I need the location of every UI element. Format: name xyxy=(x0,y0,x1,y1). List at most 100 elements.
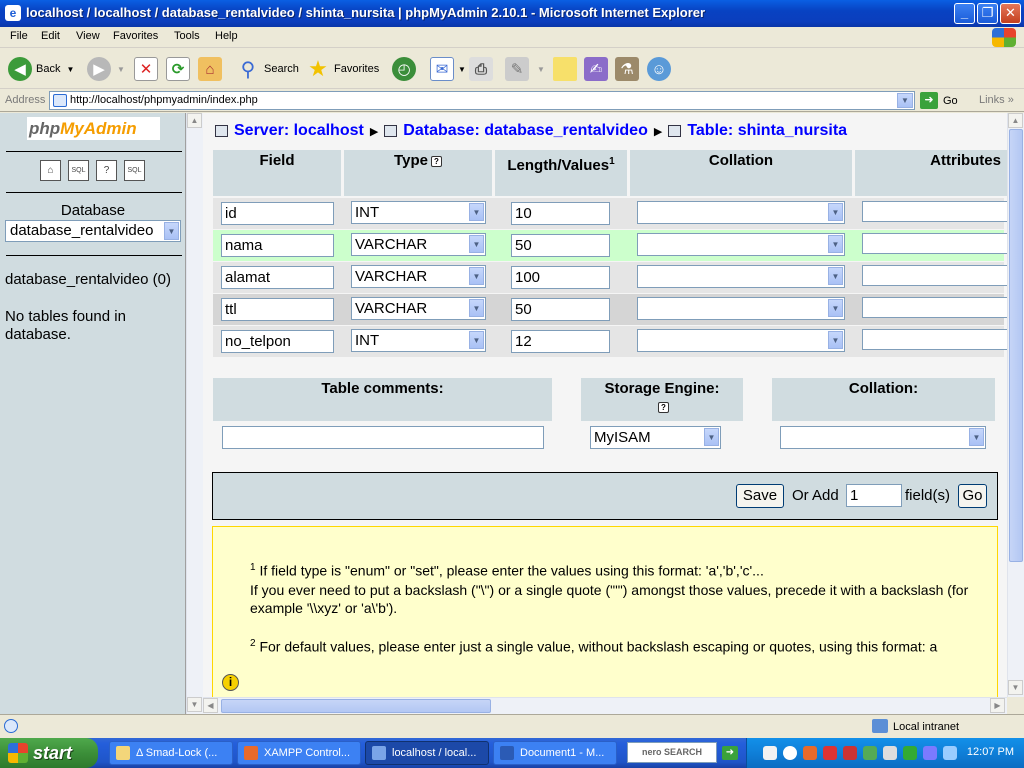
collation-select[interactable]: ▼ xyxy=(637,265,845,288)
sql-docs-icon[interactable]: SQL xyxy=(124,160,145,181)
scroll-thumb[interactable] xyxy=(221,699,491,713)
attributes-select[interactable] xyxy=(862,233,1007,254)
taskbar-item-smad-lock[interactable]: Δ Smad-Lock (... xyxy=(109,741,233,765)
scroll-right-icon[interactable]: ▶ xyxy=(990,698,1005,713)
help-icon[interactable]: ? xyxy=(430,155,442,167)
collation-select[interactable]: ▼ xyxy=(637,297,845,320)
help-tray-icon[interactable] xyxy=(763,746,777,760)
menu-tools[interactable]: Tools xyxy=(174,30,200,42)
collation-select[interactable]: ▼ xyxy=(637,329,845,352)
breadcrumb-table[interactable]: Table: shinta_nursita xyxy=(687,122,847,140)
menu-help[interactable]: Help xyxy=(215,30,238,42)
scroll-down-icon[interactable]: ▼ xyxy=(187,697,202,712)
length-input[interactable]: 10 xyxy=(511,202,610,225)
home-icon[interactable]: ⌂ xyxy=(40,160,61,181)
mail-dropdown-icon[interactable]: ▼ xyxy=(458,65,466,74)
menu-view[interactable]: View xyxy=(76,30,100,42)
history-button[interactable]: ◴ xyxy=(392,55,416,83)
taskbar-item-ie[interactable]: localhost / local... xyxy=(365,741,489,765)
antivirus-tray-icon[interactable] xyxy=(823,746,837,760)
display-tray-icon[interactable] xyxy=(943,746,957,760)
notes-button[interactable] xyxy=(553,55,577,83)
chevron-down-icon[interactable]: ▼ xyxy=(828,299,843,317)
home-button[interactable]: ⌂ xyxy=(198,55,222,83)
address-dropdown-icon[interactable]: ▼ xyxy=(897,93,913,108)
phpmyadmin-logo[interactable]: phpMyAdmin xyxy=(27,117,160,140)
scroll-up-icon[interactable]: ▲ xyxy=(1008,113,1023,128)
add-fields-count-input[interactable]: 1 xyxy=(846,484,902,507)
address-input[interactable]: http://localhost/phpmyadmin/index.php ▼ xyxy=(49,91,915,110)
attributes-select[interactable] xyxy=(862,297,1007,318)
help-icon[interactable]: ? xyxy=(658,401,669,413)
chevron-down-icon[interactable]: ▼ xyxy=(969,428,984,446)
collation-select[interactable]: ▼ xyxy=(637,233,845,256)
field-name-input[interactable]: alamat xyxy=(221,266,334,289)
mail-button[interactable]: ✉ ▼ xyxy=(430,55,466,83)
search-button[interactable]: ⚲ Search xyxy=(236,55,299,83)
chevron-down-icon[interactable]: ▼ xyxy=(828,235,843,253)
back-dropdown-icon[interactable]: ▼ xyxy=(66,65,74,74)
messenger-button[interactable]: ✍ xyxy=(584,55,608,83)
address-go-button[interactable]: ➜ Go xyxy=(920,92,958,109)
length-input[interactable]: 100 xyxy=(511,266,610,289)
menu-file[interactable]: File xyxy=(10,30,28,42)
length-input[interactable]: 12 xyxy=(511,330,610,353)
contacts-button[interactable]: ☺ xyxy=(647,55,671,83)
collation-select[interactable]: ▼ xyxy=(637,201,845,224)
field-name-input[interactable]: nama xyxy=(221,234,334,257)
links-button[interactable]: Links » xyxy=(979,94,1014,106)
back-button[interactable]: ◀ Back ▼ xyxy=(8,55,74,83)
chevron-down-icon[interactable]: ▼ xyxy=(704,428,719,446)
table-collation-select[interactable]: ▼ xyxy=(780,426,986,449)
type-select[interactable]: INT ▼ xyxy=(351,201,486,224)
xampp-tray-icon[interactable] xyxy=(803,746,817,760)
length-input[interactable]: 50 xyxy=(511,298,610,321)
main-horizontal-scrollbar[interactable]: ◀ ▶ xyxy=(203,697,1007,714)
docs-icon[interactable]: ? xyxy=(96,160,117,181)
chevron-down-icon[interactable]: ▼ xyxy=(469,267,484,285)
forward-button[interactable]: ▶ ▼ xyxy=(87,55,125,83)
field-name-input[interactable]: id xyxy=(221,202,334,225)
research-button[interactable]: ⚗ xyxy=(615,55,639,83)
taskbar-item-xampp[interactable]: XAMPP Control... xyxy=(237,741,361,765)
attributes-select[interactable] xyxy=(862,201,1007,222)
collapse-tray-icon[interactable] xyxy=(783,746,797,760)
type-select[interactable]: VARCHAR ▼ xyxy=(351,233,486,256)
favorites-button[interactable]: ★ Favorites xyxy=(306,55,379,83)
close-button[interactable]: ✕ xyxy=(1000,3,1021,24)
type-select[interactable]: VARCHAR ▼ xyxy=(351,265,486,288)
database-select[interactable]: database_rentalvideo ▼ xyxy=(5,220,181,242)
start-button[interactable]: start xyxy=(0,738,98,768)
scroll-down-icon[interactable]: ▼ xyxy=(1008,680,1023,695)
scroll-up-icon[interactable]: ▲ xyxy=(187,113,202,128)
chevron-down-icon[interactable]: ▼ xyxy=(828,203,843,221)
scroll-left-icon[interactable]: ◀ xyxy=(203,698,218,713)
refresh-button[interactable]: ⟳ xyxy=(166,55,190,83)
scroll-thumb[interactable] xyxy=(1009,129,1023,562)
breadcrumb-server[interactable]: Server: localhost xyxy=(234,122,364,140)
field-name-input[interactable]: no_telpon xyxy=(221,330,334,353)
type-select[interactable]: VARCHAR ▼ xyxy=(351,297,486,320)
nero-go-icon[interactable]: ➜ xyxy=(722,746,738,760)
stop-button[interactable]: ✕ xyxy=(134,55,158,83)
length-input[interactable]: 50 xyxy=(511,234,610,257)
network-tray-icon[interactable] xyxy=(863,746,877,760)
forward-dropdown-icon[interactable]: ▼ xyxy=(117,65,125,74)
volume-tray-icon[interactable] xyxy=(883,746,897,760)
attributes-select[interactable] xyxy=(862,329,1007,350)
chevron-down-icon[interactable]: ▼ xyxy=(164,222,179,240)
chevron-down-icon[interactable]: ▼ xyxy=(469,203,484,221)
chevron-down-icon[interactable]: ▼ xyxy=(469,235,484,253)
maximize-button[interactable]: ❐ xyxy=(977,3,998,24)
update-tray-icon[interactable] xyxy=(903,746,917,760)
nero-search-box[interactable]: nero SEARCH xyxy=(627,742,717,763)
edit-button[interactable]: ✎ ▼ xyxy=(505,55,545,83)
type-select[interactable]: INT ▼ xyxy=(351,329,486,352)
minimize-button[interactable]: _ xyxy=(954,3,975,24)
chevron-down-icon[interactable]: ▼ xyxy=(469,331,484,349)
print-button[interactable]: ⎙ xyxy=(469,55,493,83)
main-vertical-scrollbar[interactable]: ▲ ▼ xyxy=(1007,113,1024,697)
messenger-tray-icon[interactable] xyxy=(923,746,937,760)
menu-edit[interactable]: Edit xyxy=(41,30,60,42)
left-scrollbar[interactable]: ▲ ▼ xyxy=(186,113,203,714)
